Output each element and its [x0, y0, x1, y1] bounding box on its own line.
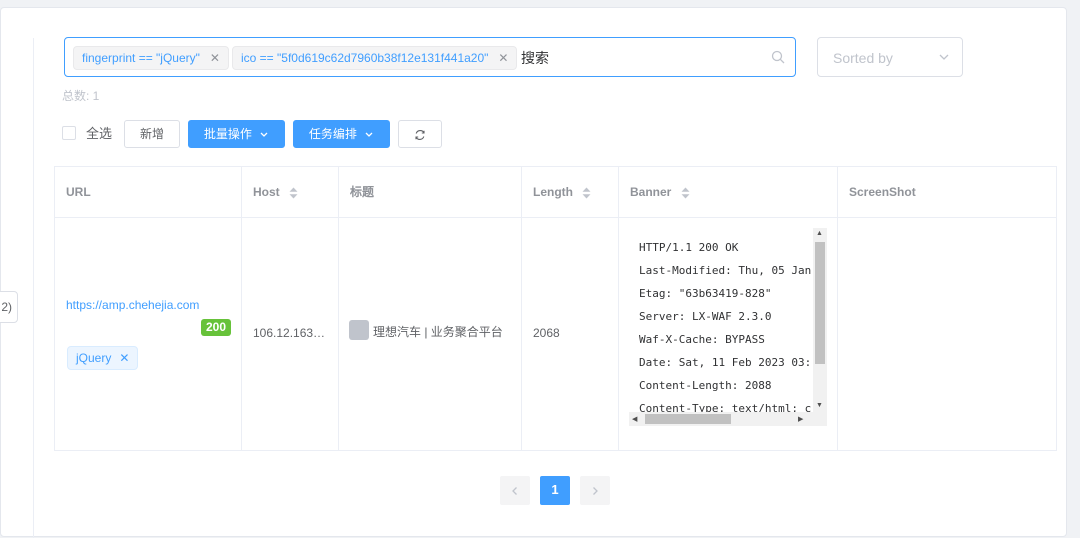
close-icon[interactable]: ✕ — [210, 47, 220, 69]
cell-title: 理想汽车 | 业务聚合平台 — [339, 218, 522, 451]
cell-host: 106.12.163… — [242, 218, 339, 451]
sort-icon[interactable] — [582, 187, 591, 199]
task-orchestration-button[interactable]: 任务编排 — [293, 120, 390, 148]
total-count: 总数: 1 — [62, 89, 100, 103]
banner-line: Content-Length: 2088 — [639, 379, 772, 392]
url-link[interactable]: https://amp.chehejia.com — [66, 298, 199, 312]
fingerprint-tag-label: jQuery — [76, 351, 112, 365]
content-card: 2) fingerprint == "jQuery" ✕ ico == "5f0… — [0, 7, 1067, 538]
header-url: URL — [55, 167, 242, 218]
search-tag-label: ico == "5f0d619c62d7960b38f12e131f441a20… — [241, 51, 489, 65]
close-icon[interactable]: ✕ — [119, 347, 129, 369]
chevron-left-icon — [512, 486, 517, 495]
refresh-icon — [415, 129, 425, 140]
page-number-1[interactable]: 1 — [540, 476, 570, 505]
divider — [33, 38, 34, 538]
search-icon[interactable] — [771, 50, 785, 64]
prev-page-button[interactable] — [500, 476, 530, 505]
next-page-button[interactable] — [580, 476, 610, 505]
scroll-up-icon[interactable]: ▲ — [816, 230, 823, 237]
banner-line: Last-Modified: Thu, 05 Jan — [639, 264, 812, 277]
length-value: 2068 — [533, 326, 560, 340]
banner-line: Waf-X-Cache: BYPASS — [639, 333, 765, 346]
scroll-down-icon[interactable]: ▼ — [816, 402, 823, 409]
refresh-button[interactable] — [398, 120, 442, 148]
fingerprint-tag[interactable]: jQuery ✕ — [67, 346, 139, 370]
scrollbar-thumb[interactable] — [815, 242, 825, 364]
close-icon[interactable]: ✕ — [498, 47, 508, 69]
header-label: Host — [253, 185, 280, 199]
cell-screenshot — [838, 218, 1057, 451]
vertical-scrollbar[interactable]: ▲ ▼ — [813, 228, 827, 412]
banner-line: Date: Sat, 11 Feb 2023 03: — [639, 356, 812, 369]
select-all-label: 全选 — [86, 126, 113, 141]
cell-length: 2068 — [522, 218, 619, 451]
header-label: Length — [533, 185, 573, 199]
header-label: ScreenShot — [849, 185, 916, 199]
header-screenshot: ScreenShot — [838, 167, 1057, 218]
cell-url: https://amp.chehejia.com 200 jQuery ✕ — [55, 218, 242, 451]
banner-line: HTTP/1.1 200 OK — [639, 241, 739, 254]
sort-icon[interactable] — [681, 187, 690, 199]
batch-operation-button[interactable]: 批量操作 — [188, 120, 285, 148]
chevron-down-icon — [260, 132, 268, 137]
header-host[interactable]: Host — [242, 167, 339, 218]
sort-select[interactable]: Sorted by — [817, 37, 963, 77]
header-label: 标题 — [350, 185, 375, 199]
header-label: Banner — [630, 185, 672, 199]
add-button[interactable]: 新增 — [124, 120, 180, 148]
scrollbar-thumb[interactable] — [645, 414, 731, 424]
banner-line: Etag: "63b63419-828" — [639, 287, 772, 300]
favicon-icon — [349, 320, 369, 340]
search-tag-fingerprint[interactable]: fingerprint == "jQuery" ✕ — [73, 46, 229, 70]
scroll-right-icon[interactable]: ▶ — [798, 415, 803, 423]
sort-placeholder: Sorted by — [833, 50, 893, 66]
header-banner[interactable]: Banner — [619, 167, 838, 218]
batch-button-label: 批量操作 — [203, 127, 252, 141]
horizontal-scrollbar[interactable]: ◀ ▶ — [629, 412, 827, 426]
header-title: 标题 — [339, 167, 522, 218]
banner-textarea[interactable]: HTTP/1.1 200 OK Last-Modified: Thu, 05 J… — [629, 228, 827, 426]
chevron-right-icon — [593, 486, 598, 495]
search-tag-label: fingerprint == "jQuery" — [82, 51, 200, 65]
add-button-label: 新增 — [139, 127, 164, 141]
sort-icon[interactable] — [289, 187, 298, 199]
host-value: 106.12.163… — [253, 326, 326, 340]
title-text: 理想汽车 | 业务聚合平台 — [373, 325, 503, 339]
title-value: 理想汽车 | 业务聚合平台 — [349, 320, 503, 340]
chevron-down-icon — [939, 54, 949, 60]
status-badge: 200 — [201, 319, 231, 336]
header-length[interactable]: Length — [522, 167, 619, 218]
search-input[interactable]: fingerprint == "jQuery" ✕ ico == "5f0d61… — [64, 37, 796, 77]
task-button-label: 任务编排 — [308, 127, 357, 141]
search-tag-ico[interactable]: ico == "5f0d619c62d7960b38f12e131f441a20… — [232, 46, 518, 70]
select-all-checkbox[interactable] — [62, 125, 76, 140]
header-label: URL — [66, 185, 91, 199]
banner-line: Server: LX-WAF 2.3.0 — [639, 310, 772, 323]
search-text[interactable]: 搜索 — [521, 48, 549, 68]
cell-banner: HTTP/1.1 200 OK Last-Modified: Thu, 05 J… — [619, 218, 838, 451]
select-all[interactable]: 全选 — [62, 123, 112, 142]
results-table: URL Host 标题 Length Banner ScreenShot htt… — [54, 166, 1057, 451]
edge-button[interactable]: 2) — [0, 291, 18, 323]
scroll-left-icon[interactable]: ◀ — [632, 415, 637, 423]
chevron-down-icon — [365, 132, 373, 137]
